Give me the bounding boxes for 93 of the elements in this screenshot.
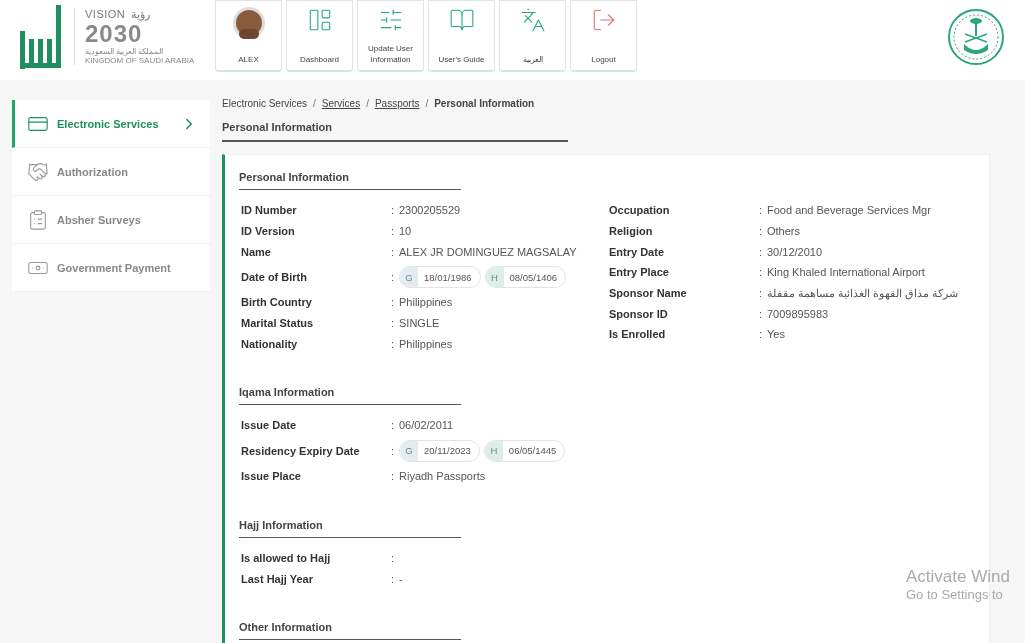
sidebar-item[interactable]: Government Payment — [12, 244, 210, 292]
field-value: ALEX JR DOMINGUEZ MAGSALAY — [399, 244, 577, 259]
vision-arabic-word: رؤية — [131, 7, 151, 21]
breadcrumb-separator: / — [313, 97, 316, 109]
breadcrumb-link[interactable]: Services — [321, 97, 361, 109]
nav-button[interactable]: ALEX — [215, 0, 282, 72]
colon: : — [391, 317, 396, 330]
field-value: 30/12/2010 — [767, 244, 823, 259]
field-value: SINGLE — [399, 316, 440, 331]
field-value: Philippines — [399, 295, 453, 310]
breadcrumb-separator: / — [425, 97, 429, 109]
colon: : — [391, 444, 396, 457]
field-label: Entry Place — [609, 266, 670, 279]
field-label: Birth Country — [241, 296, 313, 309]
section-title: Personal Information — [239, 165, 461, 190]
field-value: Yes — [767, 327, 785, 342]
field-label: Name — [241, 245, 272, 258]
field-value: King Khaled International Airport — [767, 265, 925, 280]
colon: : — [391, 296, 396, 309]
colon: : — [391, 245, 396, 258]
page-title: Personal Information — [222, 113, 568, 142]
colon: : — [391, 204, 396, 217]
calendar-badge: H — [484, 440, 503, 461]
field-value: - — [399, 571, 403, 586]
field-label: Is allowed to Hajj — [241, 551, 332, 564]
colon: : — [391, 271, 396, 284]
field-label: Issue Date — [241, 419, 298, 432]
breadcrumb-separator: / — [366, 97, 369, 109]
field-value: Riyadh Passports — [399, 469, 486, 484]
field-value: Others — [767, 224, 800, 239]
field-label: ID Version — [241, 225, 296, 238]
section-title: Hajj Information — [239, 512, 461, 538]
field-label: Issue Place — [241, 470, 302, 483]
nav-button[interactable]: Dashboard — [286, 0, 353, 72]
breadcrumb-item: Electronic Services — [222, 97, 308, 109]
colon: : — [759, 204, 764, 217]
language-icon — [519, 7, 546, 33]
colon: : — [391, 225, 396, 238]
calendar-badge: H — [485, 267, 504, 288]
sidebar-item[interactable]: Absher Surveys — [12, 196, 210, 244]
sidebar-item[interactable]: Electronic Services — [12, 100, 210, 148]
field-label: Residency Expiry Date — [241, 444, 361, 457]
country-arabic: المملكة العربية السعودية — [85, 46, 165, 56]
colon: : — [391, 419, 396, 432]
colon: : — [759, 287, 764, 300]
field-label: Is Enrolled — [609, 328, 667, 341]
sidebar-item[interactable]: Authorization — [12, 148, 210, 196]
vision-year: 2030 — [85, 20, 143, 47]
calendar-badge: G — [400, 267, 418, 288]
colon: : — [391, 337, 396, 350]
colon: : — [391, 551, 396, 564]
field-label: Religion — [609, 225, 654, 238]
field-label: Sponsor Name — [609, 287, 688, 300]
nav-button[interactable]: User's Guide — [428, 0, 495, 72]
field-value: شركة مذاق القهوة الغذائية مساهمة مقفلة — [767, 286, 959, 301]
field-label: Date of Birth — [241, 271, 308, 284]
field-label: Sponsor ID — [609, 307, 669, 320]
field-label: Nationality — [241, 337, 299, 350]
activation-notice: Activate Wind — [906, 567, 1010, 587]
nav-button[interactable]: العربية — [499, 0, 566, 72]
field-value: 2300205529 — [399, 203, 461, 218]
field-label: Entry Date — [609, 245, 666, 258]
activation-hint: Go to Settings to — [906, 587, 1004, 602]
nav-button[interactable]: Update User Information — [357, 0, 424, 72]
breadcrumb-item: Personal Information — [434, 97, 535, 109]
field-value: 7009895983 — [767, 306, 829, 321]
emblem-drawing — [947, 8, 1005, 66]
colon: : — [759, 307, 764, 320]
field-value: 06/02/2011 — [399, 418, 454, 433]
colon: : — [759, 328, 764, 341]
colon: : — [391, 470, 396, 483]
colon: : — [759, 245, 764, 258]
field-value: Food and Beverage Services Mgr — [767, 203, 931, 218]
colon: : — [759, 225, 764, 238]
field-label: Marital Status — [241, 317, 315, 330]
avatar-icon — [232, 7, 265, 39]
field-label: Last Hajj Year — [241, 572, 314, 585]
colon: : — [759, 266, 764, 279]
field-label: ID Number — [241, 204, 298, 217]
field-label: Occupation — [609, 204, 671, 217]
clipboard-icon — [27, 208, 49, 231]
book-icon — [448, 7, 475, 33]
nav-button[interactable]: Logout — [570, 0, 637, 72]
handshake-icon — [27, 160, 49, 183]
section-title: Other Information — [239, 614, 461, 640]
section-title: Iqama Information — [239, 380, 461, 406]
country-name: KINGDOM OF SAUDI ARABIA — [85, 55, 195, 65]
colon: : — [391, 572, 396, 585]
calendar-badge: G — [400, 440, 418, 461]
vision-word: VISION — [85, 8, 126, 20]
field-value: 10 — [399, 224, 412, 239]
field-value: Philippines — [399, 336, 453, 351]
breadcrumb-link[interactable]: Passports — [374, 97, 420, 109]
